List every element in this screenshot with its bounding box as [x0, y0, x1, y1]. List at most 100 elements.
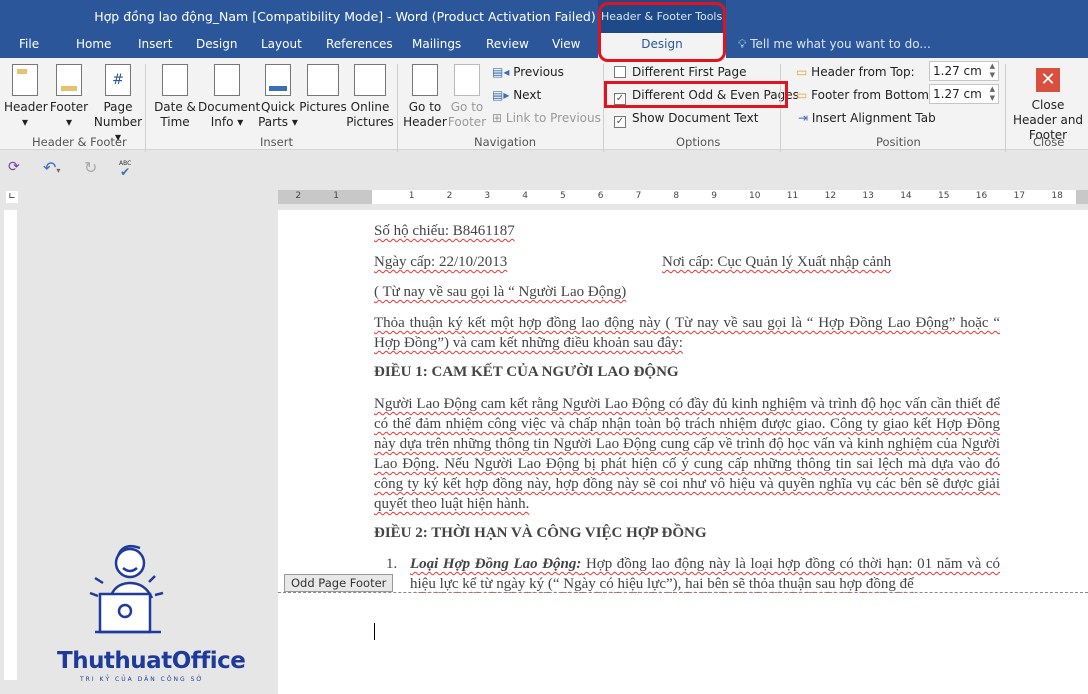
- window-title: Hợp đồng lao động_Nam [Compatibility Mod…: [94, 9, 596, 24]
- redo-icon[interactable]: ↻: [84, 158, 97, 177]
- online-pictures-icon: [354, 64, 386, 96]
- tab-references[interactable]: References: [326, 37, 393, 51]
- tab-review[interactable]: Review: [486, 37, 529, 51]
- spinner-arrows-icon: ▲ ▼: [989, 62, 995, 79]
- ruler-tick-label: 8: [673, 191, 680, 201]
- footer-boundary: [278, 592, 1088, 593]
- page-number-button[interactable]: # Page Number ▾: [90, 64, 146, 145]
- date-time-button[interactable]: Date & Time: [152, 64, 198, 130]
- previous-icon: ▤◂: [492, 65, 510, 79]
- thuthuatoffice-logo: [85, 538, 195, 643]
- spelling-check-icon[interactable]: ABC ✔: [119, 157, 131, 178]
- header-from-top-input[interactable]: 1.27 cm ▲ ▼: [929, 61, 999, 81]
- ruler-tick-label: 2: [446, 191, 453, 201]
- ruler-tick-label: 1: [333, 191, 339, 201]
- footer-button[interactable]: Footer ▾: [48, 64, 90, 130]
- link-to-previous-button: ⊞ Link to Previous: [492, 111, 601, 125]
- list-item-1: Loại Hợp Đồng Lao Động: Hợp đồng lao độn…: [410, 556, 1000, 592]
- ruler-tick-label: 6: [597, 191, 604, 201]
- header-position-icon: ▭: [796, 65, 808, 79]
- ruler-tick-label: 5: [560, 191, 566, 201]
- tell-me-search[interactable]: 💡︎ Tell me what you want to do...: [738, 37, 931, 52]
- ruler-tick-label: 3: [484, 191, 491, 201]
- article-2-heading: ĐIỀU 2: THỜI HẠN VÀ CÔNG VIỆC HỢP ĐỒNG: [374, 525, 707, 541]
- tab-mailings[interactable]: Mailings: [412, 37, 461, 51]
- group-label-options: Options: [676, 135, 721, 149]
- undo-icon[interactable]: ↶▾: [43, 158, 60, 177]
- ruler-tick-label: 1: [408, 191, 415, 201]
- document-info-icon: [214, 64, 240, 96]
- article-1-heading: ĐIỀU 1: CAM KẾT CỦA NGƯỜI LAO ĐỘNG: [374, 364, 679, 380]
- tab-layout[interactable]: Layout: [261, 37, 302, 51]
- tab-file[interactable]: File: [19, 37, 39, 51]
- insert-alignment-tab-button[interactable]: ⇥ Insert Alignment Tab: [798, 111, 936, 125]
- tab-selector-icon[interactable]: ∟: [6, 191, 18, 203]
- ruler-tick-label: 7: [635, 191, 642, 201]
- ruler-tick-label: 4: [522, 191, 528, 201]
- ruler-right-margin: [1076, 190, 1088, 204]
- ruler-tick-label: 18: [1051, 191, 1063, 201]
- ruler-tick-label: 11: [786, 191, 799, 201]
- go-to-header-button[interactable]: Go to Header: [402, 64, 448, 130]
- odd-page-footer-tag: Odd Page Footer: [284, 574, 394, 592]
- go-to-footer-icon: [454, 64, 480, 96]
- horizontal-ruler[interactable]: 2 1 1 2 3 4 5 6 7 8 9 10 11 12 13 14 15 16 17 18: [278, 190, 1088, 204]
- logo-brand-text: ThuthuatOffice: [57, 648, 246, 674]
- vertical-ruler[interactable]: [4, 210, 17, 680]
- header-button[interactable]: Header ▾: [4, 64, 48, 130]
- group-label-insert: Insert: [260, 135, 293, 149]
- highlight-context-tab: [598, 2, 726, 62]
- save-icon[interactable]: ⟳: [8, 159, 20, 175]
- next-button[interactable]: ▤▸ Next: [492, 88, 541, 102]
- passport-line: Số hộ chiếu: B8461187: [374, 223, 515, 239]
- ruler-tick-label: 2: [295, 191, 302, 201]
- header-from-top-label: ▭ Header from Top:: [796, 65, 915, 79]
- highlight-odd-even-option: [604, 81, 788, 108]
- link-icon: ⊞: [492, 111, 503, 125]
- group-label-navigation: Navigation: [474, 135, 537, 149]
- close-header-footer-button[interactable]: ✕ Close Header and Footer: [1008, 68, 1088, 143]
- ruler-tick-label: 9: [711, 191, 717, 201]
- ruler-tick-label: 13: [862, 191, 874, 201]
- different-first-page-checkbox[interactable]: Different First Page: [614, 65, 747, 79]
- checkbox-checked-icon: ✓: [614, 116, 626, 128]
- hereafter-line: ( Từ nay về sau gọi là “ Người Lao Động): [374, 284, 627, 300]
- ruler-tick-label: 12: [824, 191, 837, 201]
- article-1-body: Người Lao Động cam kết rằng Người Lao Độ…: [374, 396, 1000, 512]
- go-to-header-icon: [412, 64, 438, 96]
- pictures-button[interactable]: Pictures: [298, 64, 348, 115]
- tab-design[interactable]: Design: [196, 37, 237, 51]
- agreement-paragraph: Thỏa thuận ký kết một hợp đồng lao động …: [374, 315, 1000, 351]
- logo-tagline: TRI KỶ CỦA DÂN CÔNG SỞ: [80, 676, 204, 683]
- page-number-icon: #: [105, 64, 131, 96]
- pictures-icon: [307, 64, 339, 96]
- footer-from-bottom-input[interactable]: 1.27 cm ▲ ▼: [929, 84, 999, 104]
- ruler-tick-label: 14: [900, 191, 912, 201]
- next-icon: ▤▸: [492, 88, 510, 102]
- ruler-tick-label: 15: [938, 191, 950, 201]
- show-document-text-checkbox[interactable]: ✓ Show Document Text: [614, 111, 758, 128]
- ruler-tick-label: 10: [749, 191, 761, 201]
- list-number: 1.: [386, 556, 398, 572]
- quick-parts-button[interactable]: Quick Parts ▾: [256, 64, 300, 130]
- checkbox-unchecked-icon: [614, 66, 626, 78]
- go-to-footer-button: Go to Footer: [446, 64, 488, 130]
- document-info-button[interactable]: Document Info ▾: [198, 64, 260, 130]
- ruler-tick-label: 17: [1013, 191, 1026, 201]
- tell-me-text: Tell me what you want to do...: [750, 37, 931, 51]
- issue-place: Nơi cấp: Cục Quản lý Xuất nhập cảnh: [662, 254, 892, 270]
- previous-button[interactable]: ▤◂ Previous: [492, 65, 564, 79]
- lightbulb-icon: 💡︎: [738, 37, 751, 51]
- header-icon: [12, 64, 38, 96]
- tab-insert[interactable]: Insert: [138, 37, 172, 51]
- alignment-tab-icon: ⇥: [798, 111, 809, 125]
- footer-icon: [56, 64, 82, 96]
- logo-person-laptop-icon: [89, 545, 164, 634]
- calendar-icon: [162, 64, 188, 96]
- tab-home[interactable]: Home: [76, 37, 111, 51]
- quick-parts-icon: [265, 64, 291, 96]
- online-pictures-button[interactable]: Online Pictures: [346, 64, 394, 130]
- close-icon: ✕: [1036, 68, 1060, 92]
- footer-position-icon: ▭: [796, 88, 808, 102]
- tab-view[interactable]: View: [552, 37, 580, 51]
